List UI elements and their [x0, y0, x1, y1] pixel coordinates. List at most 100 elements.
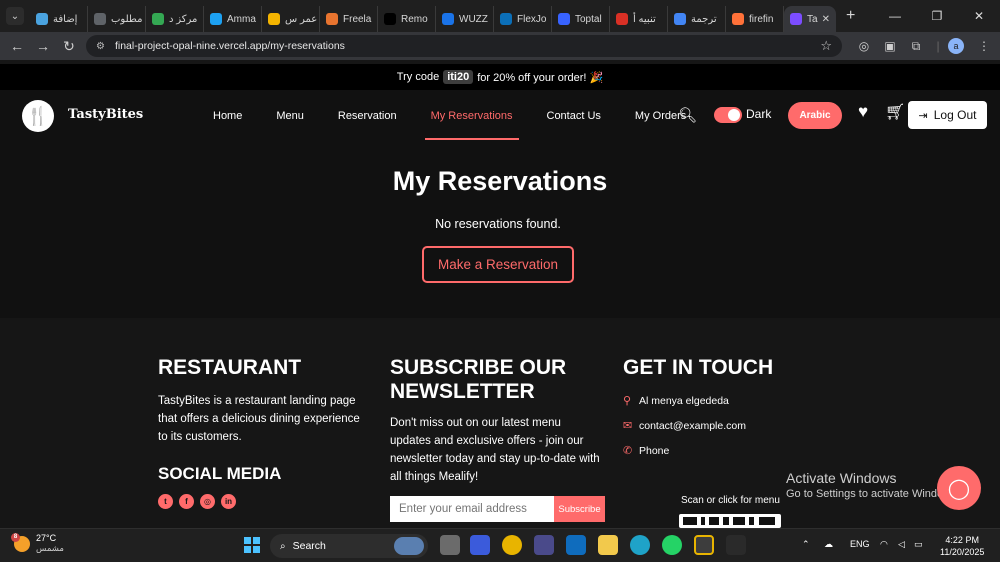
cart-icon[interactable]: 🛒︎: [885, 102, 905, 122]
linkedin-icon[interactable]: in: [221, 494, 236, 509]
browser-tab[interactable]: Amma: [204, 6, 262, 32]
app-icon[interactable]: [726, 535, 746, 555]
browser-tab[interactable]: FlexJo: [494, 6, 552, 32]
nav-link-contact-us[interactable]: Contact Us: [541, 104, 607, 128]
email-field[interactable]: [390, 496, 554, 522]
search-icon[interactable]: 🔍︎: [678, 106, 697, 124]
url-text: final-project-opal-nine.vercel.app/my-re…: [114, 40, 345, 52]
close-window-button[interactable]: ✕: [958, 9, 1000, 23]
extension-icon[interactable]: ◎: [854, 36, 874, 56]
extension-icon[interactable]: ▣: [880, 36, 900, 56]
edge-icon[interactable]: [630, 535, 650, 555]
windows-taskbar: 8 27°C مشمس ⌕ Search ⌃ ☁ ENG ◠ ◁ ▭ 4:22 …: [0, 528, 1000, 562]
footer: RESTAURANT TastyBites is a restaurant la…: [0, 318, 1000, 528]
chat-bubble-icon[interactable]: ◯: [937, 466, 981, 510]
map-pin-icon: ⚲: [623, 395, 632, 407]
browser-tab[interactable]: تنبيه أ: [610, 6, 668, 32]
tab-label: مركز د: [169, 13, 198, 25]
theme-toggle[interactable]: [714, 107, 742, 123]
chrome-icon[interactable]: [502, 535, 522, 555]
nav-link-home[interactable]: Home: [207, 104, 248, 128]
extensions-puzzle-icon[interactable]: ⧉: [906, 36, 926, 56]
nav-link-menu[interactable]: Menu: [270, 104, 310, 128]
tab-search-button[interactable]: ⌄: [6, 7, 24, 25]
chrome-active-icon[interactable]: [694, 535, 714, 555]
site-info-icon[interactable]: ⚙: [96, 41, 105, 52]
browser-tab[interactable]: Remo: [378, 6, 436, 32]
tab-active[interactable]: Ta ✕: [784, 6, 836, 32]
browser-tab[interactable]: WUZZ: [436, 6, 494, 32]
store-icon[interactable]: [534, 535, 554, 555]
browser-tab[interactable]: Freela: [320, 6, 378, 32]
make-reservation-button[interactable]: Make a Reservation: [422, 246, 574, 283]
bookmark-star-icon[interactable]: ☆: [820, 38, 832, 54]
contact-email[interactable]: ✉ contact@example.com: [623, 419, 823, 433]
heart-icon[interactable]: ♥: [858, 102, 868, 122]
browser-tab[interactable]: مركز د: [146, 6, 204, 32]
fork-knife-logo-icon[interactable]: 🍴: [22, 100, 54, 132]
browser-tab[interactable]: عمر س: [262, 6, 320, 32]
whatsapp-icon[interactable]: [662, 535, 682, 555]
envelope-icon: ✉: [623, 420, 633, 432]
social-links: t f ◎ in: [158, 494, 370, 509]
logout-button[interactable]: ⇥ Log Out: [908, 101, 987, 129]
taskbar-search[interactable]: ⌕ Search: [270, 534, 428, 558]
maximize-button[interactable]: ❐: [916, 9, 958, 23]
brand-name[interactable]: TastyBites: [68, 107, 143, 122]
window-controls: — ❐ ✕: [874, 0, 1000, 32]
weather-widget[interactable]: 8 27°C مشمس: [11, 532, 64, 554]
nav-link-my-reservations[interactable]: My Reservations: [424, 104, 519, 140]
browser-tab[interactable]: مطلوب: [88, 6, 146, 32]
tab-favicon-icon: [210, 13, 222, 25]
tab-favicon-icon: [616, 13, 628, 25]
menu-qr-code[interactable]: [679, 514, 781, 528]
browser-tab[interactable]: Toptal: [552, 6, 610, 32]
subscribe-button[interactable]: Subscribe: [554, 496, 605, 522]
menu-kebab-icon[interactable]: ⋮: [974, 36, 994, 56]
phone-icon: ✆: [623, 445, 633, 457]
forward-button[interactable]: →: [30, 38, 56, 54]
tab-label: Freela: [343, 13, 372, 25]
battery-icon[interactable]: ▭: [914, 539, 923, 550]
language-button[interactable]: Arabic: [788, 102, 842, 129]
instagram-icon[interactable]: ◎: [200, 494, 215, 509]
site-header: 🍴 TastyBites Home Menu Reservation My Reser…: [0, 90, 1000, 142]
reload-button[interactable]: ↻: [56, 38, 82, 55]
tray-chevron-icon[interactable]: ⌃: [802, 539, 810, 550]
browser-tab[interactable]: ترجمة: [668, 6, 726, 32]
tab-favicon-icon: [268, 13, 280, 25]
minimize-button[interactable]: —: [874, 9, 916, 23]
profile-button[interactable]: a: [946, 36, 966, 56]
nav-link-reservation[interactable]: Reservation: [332, 104, 403, 128]
facebook-icon[interactable]: f: [179, 494, 194, 509]
outlook-icon[interactable]: [566, 535, 586, 555]
twitter-icon[interactable]: t: [158, 494, 173, 509]
tab-label: Ta: [807, 13, 818, 25]
contact-phone[interactable]: ✆ Phone: [623, 444, 823, 458]
cloud-icon[interactable]: ☁: [824, 539, 833, 550]
task-view-icon[interactable]: [440, 535, 460, 555]
footer-newsletter-column: SUBSCRIBE OUR NEWSLETTER Don't miss out …: [390, 356, 605, 522]
volume-icon[interactable]: ◁: [898, 539, 905, 550]
wifi-icon[interactable]: ◠: [880, 539, 888, 550]
page-title: My Reservations: [392, 166, 608, 196]
back-button[interactable]: ←: [4, 38, 30, 54]
browser-tab[interactable]: firefin: [726, 6, 784, 32]
toggle-knob: [728, 109, 740, 121]
tab-label: firefin: [749, 13, 774, 25]
browser-tab[interactable]: إضافة: [30, 6, 88, 32]
close-icon[interactable]: ✕: [822, 14, 830, 25]
tab-label: Remo: [401, 13, 428, 25]
tab-favicon-icon: [732, 13, 744, 25]
system-clock[interactable]: 4:22 PM 11/20/2025: [940, 534, 984, 558]
windows-start-icon[interactable]: [244, 537, 260, 553]
search-highlight-image: [394, 537, 424, 555]
new-tab-button[interactable]: +: [846, 7, 855, 25]
language-indicator[interactable]: ENG: [850, 539, 870, 549]
tab-favicon-icon: [442, 13, 454, 25]
file-explorer-icon[interactable]: [598, 535, 618, 555]
tab-list: إضافة مطلوب مركز د Amma عمر س Freela Remo WUZZ F…: [30, 0, 784, 32]
copilot-icon[interactable]: [470, 535, 490, 555]
address-bar[interactable]: ⚙ final-project-opal-nine.vercel.app/my-…: [86, 35, 842, 57]
tab-favicon-icon: [500, 13, 512, 25]
